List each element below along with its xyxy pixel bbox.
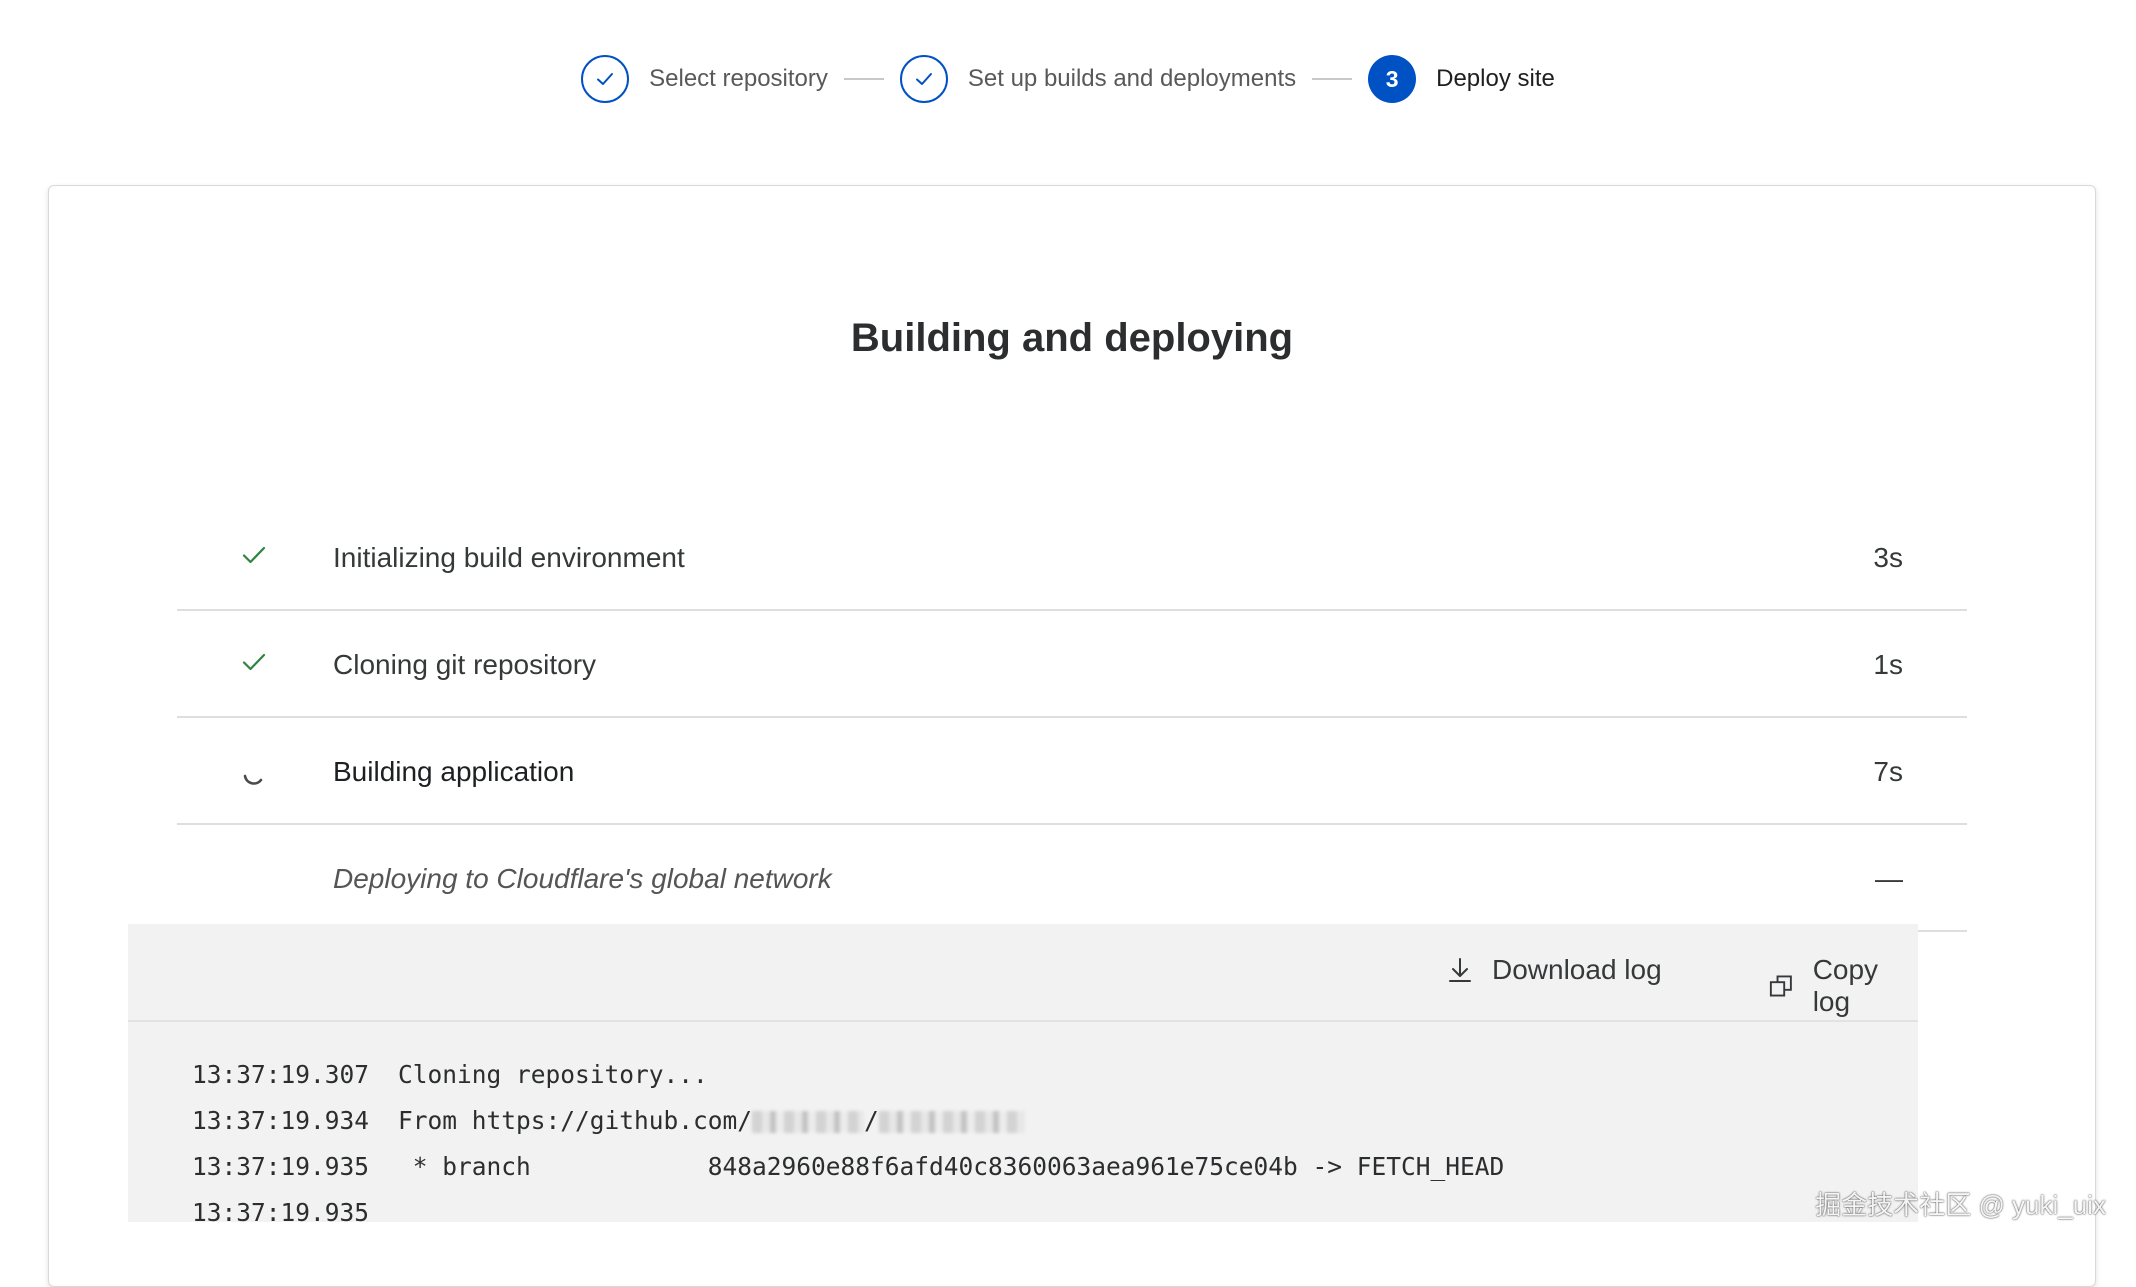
step-deploy-site: 3 Deploy site xyxy=(1368,55,1555,103)
build-step-label: Initializing build environment xyxy=(333,542,685,574)
log-timestamp: 13:37:19.307 xyxy=(192,1060,398,1089)
redacted-text xyxy=(752,1111,864,1133)
copy-log-label: Copy log xyxy=(1813,954,1918,1018)
build-step-duration: 3s xyxy=(1873,542,1903,574)
log-line: 13:37:19.935 xyxy=(192,1198,398,1227)
redacted-text xyxy=(879,1111,1025,1133)
copy-log-button[interactable]: Copy log xyxy=(1768,954,1918,1018)
check-icon xyxy=(900,55,948,103)
spinner-icon xyxy=(241,762,267,788)
page-title: Building and deploying xyxy=(49,316,2095,361)
build-step-duration: 1s xyxy=(1873,649,1903,681)
deploy-stepper: Select repository Set up builds and depl… xyxy=(0,53,2136,105)
check-icon xyxy=(241,542,267,568)
build-step-duration: — xyxy=(1875,863,1903,895)
check-icon xyxy=(581,55,629,103)
build-step-label: Building application xyxy=(333,756,574,788)
log-toolbar: Download log Copy log xyxy=(128,924,1918,1022)
build-log[interactable]: 13:37:19.307Cloning repository... 13:37:… xyxy=(128,1022,1918,1222)
check-icon xyxy=(241,649,267,675)
step-select-repository: Select repository xyxy=(581,55,828,103)
copy-icon xyxy=(1768,972,1795,1000)
log-timestamp: 13:37:19.934 xyxy=(192,1106,398,1135)
log-timestamp: 13:37:19.935 xyxy=(192,1198,398,1227)
build-step-row: Deploying to Cloudflare's global network… xyxy=(177,825,1967,932)
log-line: 13:37:19.307Cloning repository... xyxy=(192,1060,708,1089)
step-label: Select repository xyxy=(649,65,828,93)
build-step-label: Deploying to Cloudflare's global network xyxy=(333,863,832,895)
build-step-duration: 7s xyxy=(1873,756,1903,788)
download-icon xyxy=(1446,956,1474,984)
log-timestamp: 13:37:19.935 xyxy=(192,1152,398,1181)
step-number: 3 xyxy=(1368,55,1416,103)
step-setup-builds: Set up builds and deployments xyxy=(900,55,1296,103)
step-separator xyxy=(844,78,884,80)
step-separator xyxy=(1312,78,1352,80)
build-step-row: Cloning git repository 1s xyxy=(177,611,1967,718)
log-text: From https://github.com/ xyxy=(398,1106,752,1135)
download-log-label: Download log xyxy=(1492,954,1662,986)
build-step-row: Building application 7s xyxy=(177,718,1967,825)
build-steps-list: Initializing build environment 3s Clonin… xyxy=(177,504,1967,932)
log-text: * branch 848a2960e88f6afd40c8360063aea96… xyxy=(398,1152,1504,1181)
log-line: 13:37:19.934From https://github.com/ / xyxy=(192,1106,1025,1135)
step-label: Set up builds and deployments xyxy=(968,65,1296,93)
build-step-row: Initializing build environment 3s xyxy=(177,504,1967,611)
download-log-button[interactable]: Download log xyxy=(1446,954,1662,986)
watermark: 掘金技术社区 @ yuki_uix xyxy=(1815,1185,2106,1222)
build-step-label: Cloning git repository xyxy=(333,649,596,681)
step-label: Deploy site xyxy=(1436,65,1555,93)
log-text: Cloning repository... xyxy=(398,1060,708,1089)
log-line: 13:37:19.935 * branch 848a2960e88f6afd40… xyxy=(192,1152,1504,1181)
log-url-separator: / xyxy=(864,1106,879,1135)
